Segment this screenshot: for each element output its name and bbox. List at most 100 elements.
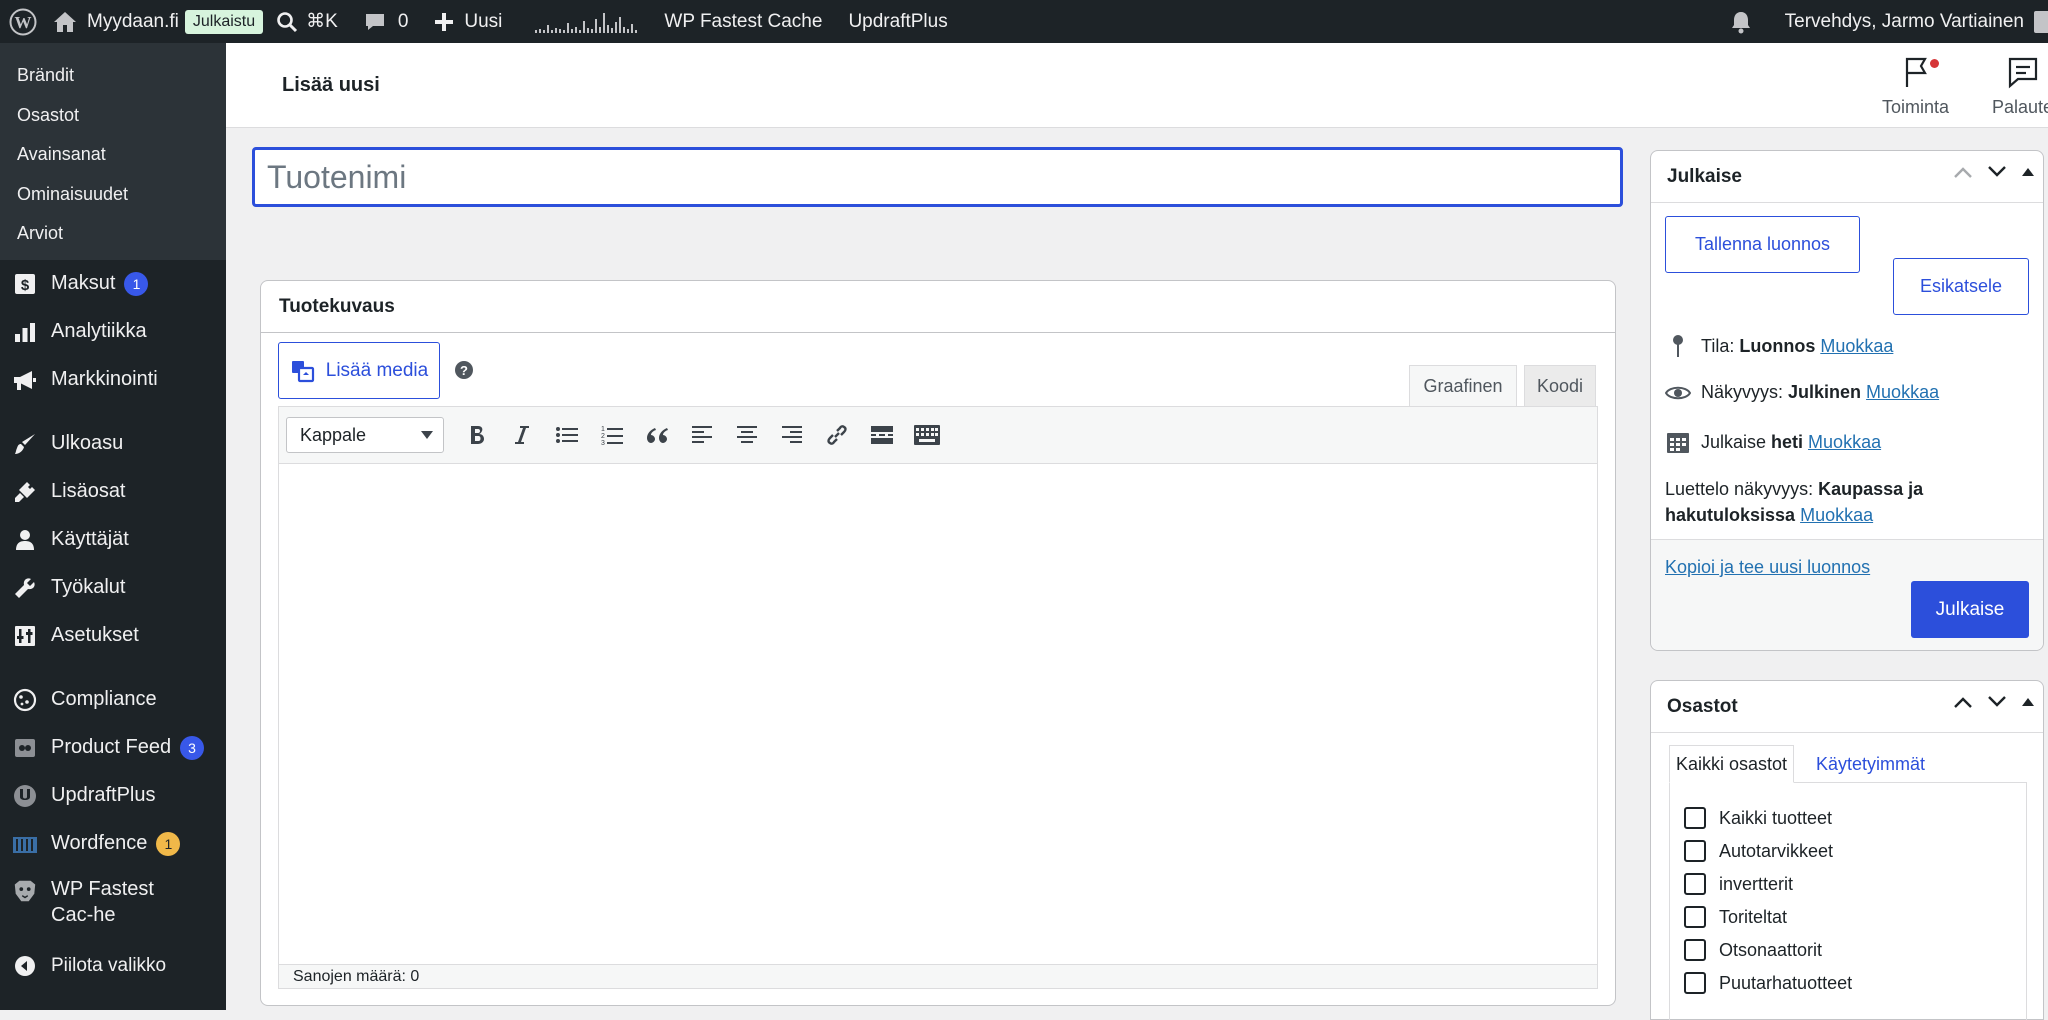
publish-button[interactable]: Julkaise xyxy=(1911,581,2029,638)
tab-all-categories[interactable]: Kaikki osastot xyxy=(1669,745,1795,783)
feedback-button[interactable]: Palaute xyxy=(1992,55,2048,118)
payments-count-badge: 1 xyxy=(124,271,149,296)
save-draft-button[interactable]: Tallenna luonnos xyxy=(1665,216,1860,273)
command-search-button[interactable]: ⌘K xyxy=(276,0,351,43)
numbered-list-button[interactable]: 123 xyxy=(589,413,634,458)
user-avatar xyxy=(2034,10,2048,33)
align-left-button[interactable] xyxy=(679,413,724,458)
wp-fastest-cache-menu[interactable]: WP Fastest Cache xyxy=(651,0,835,43)
format-select[interactable]: Kappale xyxy=(286,417,444,453)
wordpress-logo-icon[interactable]: W xyxy=(0,0,49,43)
sidebar-item-label: Asetukset xyxy=(51,624,139,646)
paintbrush-icon xyxy=(12,431,38,457)
collapse-menu-button[interactable]: Piilota valikko xyxy=(0,942,226,990)
add-media-button[interactable]: Lisää media xyxy=(278,342,440,399)
sidebar-item-product-feed[interactable]: Product Feed 3 xyxy=(0,724,226,772)
align-center-button[interactable] xyxy=(724,413,769,458)
svg-text:2: 2 xyxy=(601,433,605,440)
category-item[interactable]: Otsonaattorit xyxy=(1684,939,1822,961)
edit-visibility-link[interactable]: Muokkaa xyxy=(1866,382,1939,403)
sidebar-item-analytics[interactable]: Analytiikka xyxy=(0,308,226,356)
status-label: Tila: xyxy=(1701,335,1735,356)
publish-box: Julkaise Tallenna luonnos Esikatsele Til… xyxy=(1650,150,2044,651)
keyboard-icon xyxy=(913,425,940,445)
submenu-item-brands[interactable]: Brändit xyxy=(0,56,226,96)
bulleted-list-button[interactable] xyxy=(544,413,589,458)
editor-content-area[interactable] xyxy=(279,464,1597,966)
submenu-item-attributes[interactable]: Ominaisuudet xyxy=(0,175,226,215)
blockquote-button[interactable] xyxy=(634,413,679,458)
sidebar-item-plugins[interactable]: Lisäosat xyxy=(0,468,226,516)
collapse-triangle-icon[interactable] xyxy=(2021,166,2035,178)
help-icon[interactable]: ? xyxy=(455,361,473,379)
align-right-button[interactable] xyxy=(769,413,814,458)
site-name: Myydaan.fi xyxy=(87,10,179,32)
category-checkbox[interactable] xyxy=(1684,906,1706,928)
sidebar-item-updraftplus[interactable]: UpdraftPlus xyxy=(0,772,226,820)
category-checkbox[interactable] xyxy=(1684,939,1706,961)
settings-sliders-icon xyxy=(12,623,38,649)
category-item[interactable]: Toriteltat xyxy=(1684,906,1787,928)
activity-label: Toiminta xyxy=(1882,97,1950,117)
category-checkbox[interactable] xyxy=(1684,873,1706,895)
sidebar-item-label: Compliance xyxy=(51,688,157,710)
collapse-triangle-icon[interactable] xyxy=(2021,696,2035,708)
edit-schedule-link[interactable]: Muokkaa xyxy=(1808,432,1881,453)
comments-link[interactable]: 0 xyxy=(351,0,422,43)
comments-count: 0 xyxy=(397,10,409,32)
categories-box-controls xyxy=(1953,695,2035,709)
tab-visual[interactable]: Graafinen xyxy=(1409,365,1517,407)
add-media-label: Lisää media xyxy=(325,359,429,381)
copy-to-new-draft-link[interactable]: Kopioi ja tee uusi luonnos xyxy=(1665,557,1870,578)
dropdown-arrow-icon xyxy=(421,431,433,439)
new-content-link[interactable]: Uusi xyxy=(421,0,515,43)
chevron-up-icon[interactable] xyxy=(1953,165,1973,179)
product-name-input[interactable] xyxy=(252,147,1623,207)
category-checkbox[interactable] xyxy=(1684,840,1706,862)
category-item[interactable]: Autotarvikkeet xyxy=(1684,840,1833,862)
bold-button[interactable] xyxy=(454,413,499,458)
sidebar-item-tools[interactable]: Työkalut xyxy=(0,564,226,612)
category-checkbox[interactable] xyxy=(1684,807,1706,829)
products-submenu: Brändit Osastot Avainsanat Ominaisuudet … xyxy=(0,43,226,260)
sidebar-item-label: Wordfence xyxy=(51,832,148,854)
submenu-item-categories[interactable]: Osastot xyxy=(0,96,226,136)
submenu-item-tags[interactable]: Avainsanat xyxy=(0,135,226,175)
user-greeting[interactable]: Tervehdys, Jarmo Vartiainen xyxy=(1772,0,2048,43)
sidebar-item-payments[interactable]: $ Maksut 1 xyxy=(0,260,226,308)
chevron-down-icon[interactable] xyxy=(1987,165,2007,179)
edit-catalog-visibility-link[interactable]: Muokkaa xyxy=(1800,505,1873,525)
category-item[interactable]: invertterit xyxy=(1684,873,1793,895)
category-item[interactable]: Kaikki tuotteet xyxy=(1684,807,1832,829)
edit-status-link[interactable]: Muokkaa xyxy=(1820,336,1893,357)
insert-link-button[interactable] xyxy=(814,413,859,458)
preview-button[interactable]: Esikatsele xyxy=(1893,258,2029,315)
toolbar-toggle-button[interactable] xyxy=(904,413,949,458)
bold-icon xyxy=(470,426,484,444)
tab-code[interactable]: Koodi xyxy=(1524,365,1596,407)
sidebar-item-compliance[interactable]: Compliance xyxy=(0,676,226,724)
notifications-bell-icon[interactable] xyxy=(1717,0,1772,43)
chevron-down-icon[interactable] xyxy=(1987,695,2007,709)
cookie-icon xyxy=(12,687,38,713)
stats-sparkline[interactable] xyxy=(515,11,651,33)
activity-button[interactable]: Toiminta xyxy=(1882,55,1949,118)
updraftplus-menu[interactable]: UpdraftPlus xyxy=(835,0,960,43)
pin-icon xyxy=(1665,334,1691,358)
sidebar-item-wp-fastest-cache[interactable]: WP Fastest Cac-he xyxy=(0,868,226,938)
tab-most-used[interactable]: Käytetyimmät xyxy=(1810,745,1931,783)
submenu-item-reviews[interactable]: Arviot xyxy=(0,214,226,254)
site-name-link[interactable]: Myydaan.fi Julkaistu xyxy=(49,0,276,43)
sidebar-item-settings[interactable]: Asetukset xyxy=(0,612,226,660)
editor-frame: Kappale 123 Sanojen määrä: 0 xyxy=(278,406,1598,989)
sidebar-item-marketing[interactable]: Markkinointi xyxy=(0,356,226,404)
chevron-up-icon[interactable] xyxy=(1953,695,1973,709)
category-item[interactable]: Puutarhatuotteet xyxy=(1684,972,1852,994)
category-checkbox[interactable] xyxy=(1684,972,1706,994)
sidebar-item-users[interactable]: Käyttäjät xyxy=(0,516,226,564)
read-more-button[interactable] xyxy=(859,413,904,458)
sidebar-item-wordfence[interactable]: Wordfence 1 xyxy=(0,820,226,868)
italic-button[interactable] xyxy=(499,413,544,458)
catalog-visibility-label: Luettelo näkyvyys: xyxy=(1665,479,1814,499)
sidebar-item-appearance[interactable]: Ulkoasu xyxy=(0,420,226,468)
